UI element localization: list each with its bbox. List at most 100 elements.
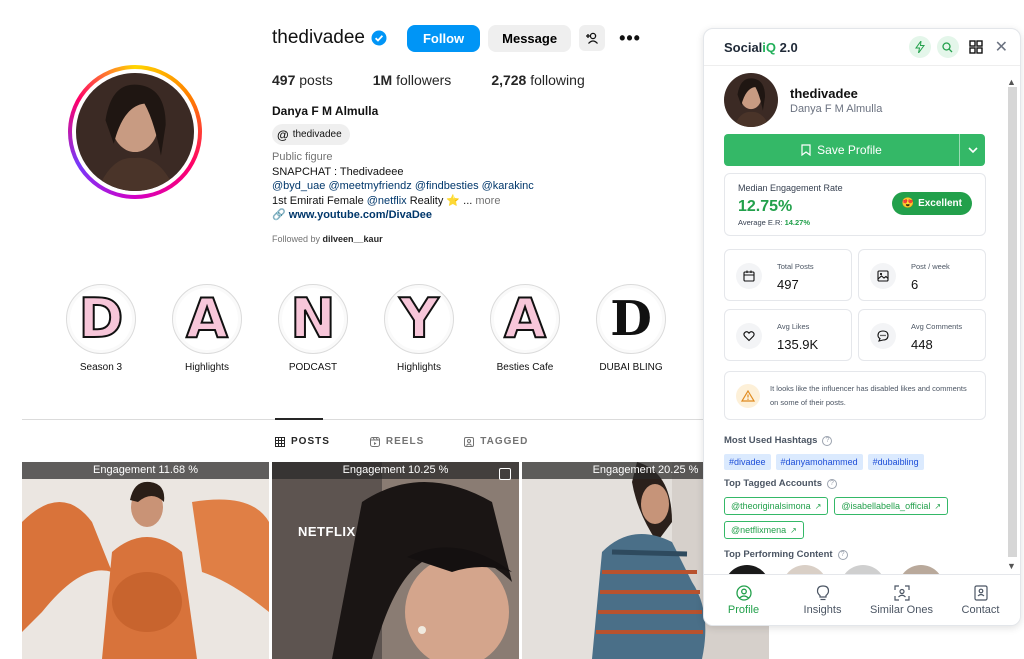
panel-avatar-photo bbox=[724, 73, 778, 127]
save-profile-button[interactable]: Save Profile bbox=[724, 134, 985, 166]
highlight-item[interactable]: D DUBAI BLING bbox=[578, 284, 684, 373]
bio-mention-netflix[interactable]: @netflix bbox=[367, 195, 407, 207]
bio-mention[interactable]: @karakinc bbox=[482, 180, 534, 192]
tab-posts[interactable]: POSTS bbox=[275, 436, 330, 447]
profile-avatar[interactable] bbox=[68, 65, 202, 199]
boost-button[interactable] bbox=[908, 36, 931, 58]
following-count[interactable]: 2,728 following bbox=[491, 72, 584, 88]
tab-tagged[interactable]: TAGGED bbox=[464, 436, 528, 447]
hashtag-chip[interactable]: #danyamohammed bbox=[775, 454, 863, 470]
excellent-badge: 😍 Excellent bbox=[891, 192, 972, 215]
post-overlay-text: NETFLIX bbox=[298, 524, 356, 539]
nav-contact[interactable]: Contact bbox=[941, 575, 1020, 625]
engagement-title: Median Engagement Rate bbox=[738, 183, 843, 193]
highlight-cover: A bbox=[494, 288, 556, 350]
stat-label: Total Posts bbox=[777, 262, 814, 271]
profile-tabs: POSTS REELS TAGGED bbox=[275, 436, 568, 447]
scrollbar-thumb[interactable] bbox=[1008, 87, 1017, 557]
image-icon bbox=[877, 270, 889, 282]
nav-similar-ones[interactable]: Similar Ones bbox=[862, 575, 941, 625]
stat-card-total-posts: Total Posts 497 bbox=[724, 249, 852, 301]
engagement-value: 12.75% bbox=[738, 198, 793, 215]
bookmark-icon bbox=[801, 144, 811, 156]
more-options-icon[interactable]: ••• bbox=[619, 28, 641, 49]
hashtag-chip[interactable]: #divadee bbox=[724, 454, 771, 470]
highlight-label: DUBAI BLING bbox=[599, 362, 663, 373]
bio-external-link[interactable]: www.youtube.com/DivaDee bbox=[289, 209, 432, 221]
search-button[interactable] bbox=[936, 36, 959, 58]
add-user-icon bbox=[586, 32, 599, 44]
tagged-account-chip[interactable]: @theoriginalsimona ↗ bbox=[724, 497, 829, 515]
panel-scrollbar[interactable]: ▲ ▼ bbox=[1006, 77, 1018, 577]
save-options-dropdown[interactable] bbox=[959, 134, 985, 166]
followers-count[interactable]: 1M followers bbox=[373, 72, 452, 88]
heart-icon bbox=[743, 331, 755, 342]
panel-username: thedivadee bbox=[790, 85, 858, 101]
tagged-account-chip[interactable]: @isabellabella_official ↗ bbox=[834, 497, 949, 515]
stat-value: 448 bbox=[911, 337, 933, 352]
hashtags-title: Most Used Hashtags? bbox=[724, 435, 833, 446]
stat-card-post-week: Post / week 6 bbox=[858, 249, 986, 301]
highlight-item[interactable]: N PODCAST bbox=[260, 284, 366, 373]
stat-label: Avg Likes bbox=[777, 322, 810, 331]
highlight-item[interactable]: A Highlights bbox=[154, 284, 260, 373]
top-content-title: Top Performing Content? bbox=[724, 549, 848, 560]
help-icon[interactable]: ? bbox=[822, 435, 833, 446]
help-icon[interactable]: ? bbox=[837, 549, 848, 560]
post-thumbnail[interactable]: Engagement 11.68 % bbox=[22, 462, 269, 659]
scroll-down-icon[interactable]: ▼ bbox=[1007, 561, 1016, 571]
external-link-icon: ↗ bbox=[934, 501, 942, 511]
bio-more-link[interactable]: more bbox=[475, 195, 500, 207]
highlight-label: Besties Cafe bbox=[496, 362, 554, 373]
posts-count: 497 posts bbox=[272, 72, 333, 88]
engagement-overlay: Engagement 10.25 % bbox=[272, 462, 519, 479]
highlight-item[interactable]: D Season 3 bbox=[48, 284, 154, 373]
stat-label: Avg Comments bbox=[911, 322, 963, 331]
highlight-label: Highlights bbox=[185, 362, 229, 373]
close-icon[interactable]: ✕ bbox=[995, 37, 1008, 57]
scroll-up-icon[interactable]: ▲ bbox=[1007, 77, 1016, 87]
stat-value: 497 bbox=[777, 277, 799, 292]
person-icon bbox=[735, 584, 752, 601]
nav-insights[interactable]: Insights bbox=[783, 575, 862, 625]
tab-reels[interactable]: REELS bbox=[369, 436, 424, 447]
grid-icon bbox=[275, 436, 285, 447]
suggested-users-button[interactable] bbox=[579, 25, 606, 51]
profile-stats: 497 posts 1M followers 2,728 following bbox=[272, 72, 625, 88]
warning-text: It looks like the influencer has disable… bbox=[770, 384, 967, 407]
highlight-label: Highlights bbox=[397, 362, 441, 373]
active-tab-indicator bbox=[275, 418, 323, 420]
nav-profile[interactable]: Profile bbox=[704, 575, 783, 625]
panel-profile: thedivadee Danya F M Almulla bbox=[724, 73, 882, 127]
bulb-icon bbox=[816, 584, 829, 600]
tagged-account-chip[interactable]: @netflixmena ↗ bbox=[724, 521, 804, 539]
highlight-item[interactable]: A Besties Cafe bbox=[472, 284, 578, 373]
highlight-label: Season 3 bbox=[79, 362, 123, 373]
post-thumbnail[interactable]: Engagement 10.25 % NETFLIX bbox=[272, 462, 519, 659]
bio-mention[interactable]: @byd_uae bbox=[272, 180, 325, 192]
bio-mention[interactable]: @findbesties bbox=[415, 180, 479, 192]
chevron-down-icon bbox=[967, 147, 978, 153]
tabs-divider bbox=[22, 419, 770, 420]
bio-mention[interactable]: @meetmyfriendz bbox=[328, 180, 411, 192]
bio-line-emirati: 1st Emirati Female @netflix Reality ⭐ ..… bbox=[272, 194, 501, 207]
message-button[interactable]: Message bbox=[488, 24, 572, 52]
threads-link[interactable]: @ thedivadee bbox=[272, 124, 350, 145]
bio-category: Public figure bbox=[272, 151, 333, 163]
threads-handle: thedivadee bbox=[292, 129, 342, 140]
likes-disabled-warning: It looks like the influencer has disable… bbox=[724, 371, 986, 420]
profile-bio: Public figure SNAPCHAT : Thedivadeee @by… bbox=[272, 150, 534, 223]
help-icon[interactable]: ? bbox=[827, 478, 837, 489]
stat-value: 6 bbox=[911, 277, 919, 292]
stat-label: Post / week bbox=[911, 262, 950, 271]
followed-by[interactable]: Followed by dilveen__kaur bbox=[272, 234, 383, 244]
bio-link-row: 🔗 www.youtube.com/DivaDee bbox=[272, 208, 534, 223]
hashtag-chip[interactable]: #dubaibling bbox=[867, 454, 924, 470]
star-eyes-emoji-icon: 😍 bbox=[901, 198, 915, 209]
highlight-item[interactable]: Y Highlights bbox=[366, 284, 472, 373]
apps-button[interactable] bbox=[965, 36, 987, 58]
average-engagement: Average E.R: 14.27% bbox=[738, 218, 810, 227]
panel-avatar bbox=[724, 73, 778, 127]
follow-button[interactable]: Follow bbox=[406, 24, 481, 52]
comment-icon bbox=[877, 330, 889, 342]
